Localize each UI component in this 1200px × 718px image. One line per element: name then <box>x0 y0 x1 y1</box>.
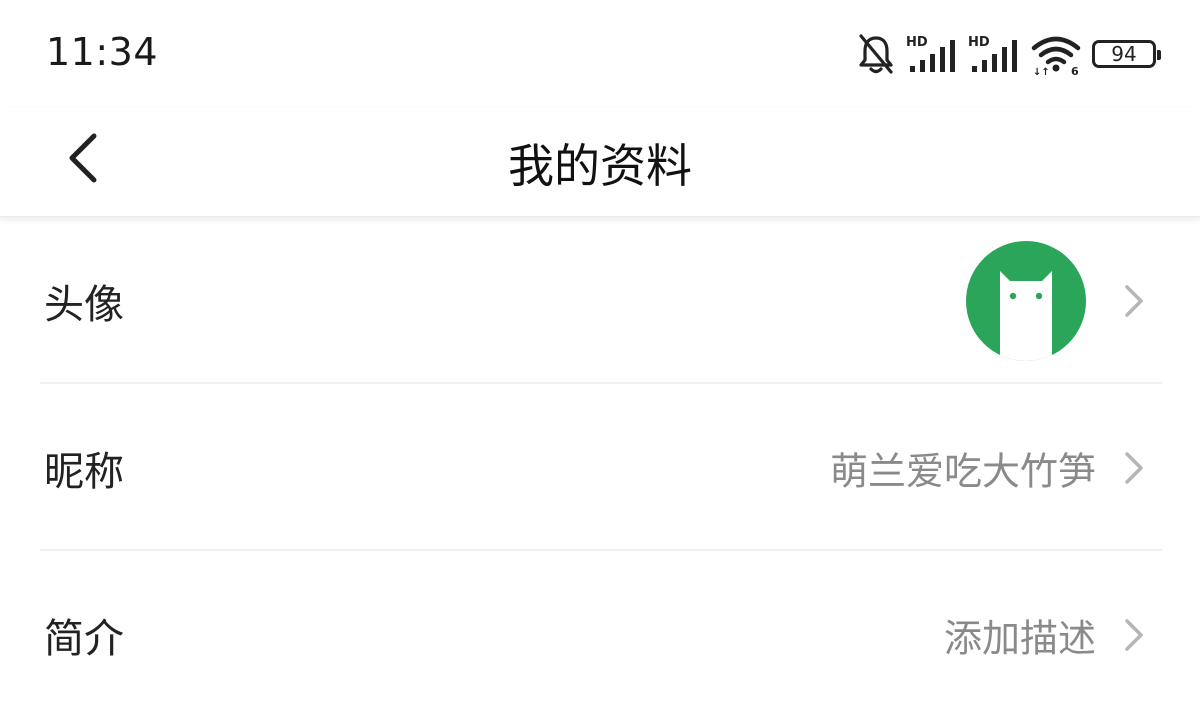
chevron-right-icon <box>1125 618 1143 651</box>
row-label: 昵称 <box>44 448 124 495</box>
status-icons: HD HD ↓↑ 6 94 <box>856 30 1161 78</box>
wifi-6-icon: ↓↑ 6 <box>1031 36 1081 76</box>
profile-row-intro[interactable]: 简介 添加描述 <box>0 551 1200 718</box>
chevron-right-icon <box>1125 451 1143 484</box>
nav-bar: 我的资料 <box>0 108 1200 217</box>
hd-signal-icon: HD <box>906 35 955 72</box>
row-label: 头像 <box>44 281 124 328</box>
status-time: 11:34 <box>46 30 159 74</box>
row-label: 简介 <box>44 615 124 662</box>
battery-level: 94 <box>1111 42 1137 66</box>
svg-text:6: 6 <box>1071 65 1079 76</box>
page-title: 我的资料 <box>508 139 692 193</box>
hd-signal-icon: HD <box>968 35 1017 72</box>
cat-avatar-icon <box>966 240 1086 361</box>
profile-row-nickname[interactable]: 昵称 萌兰爱吃大竹笋 <box>0 384 1200 551</box>
row-value: 添加描述 <box>943 616 1096 660</box>
profile-row-avatar[interactable]: 头像 <box>0 217 1200 384</box>
profile-list: 头像 昵称 萌兰爱吃大竹笋 简介 添加描述 <box>0 217 1200 718</box>
chevron-right-icon <box>1125 284 1143 317</box>
svg-text:HD: HD <box>968 35 990 50</box>
battery-icon: 94 <box>1092 40 1161 68</box>
svg-text:HD: HD <box>906 35 928 50</box>
row-value: 萌兰爱吃大竹笋 <box>829 449 1096 493</box>
bell-muted-icon <box>859 34 893 74</box>
svg-text:↓↑: ↓↑ <box>1033 67 1050 76</box>
status-bar: 11:34 HD HD ↓↑ 6 94 <box>0 0 1200 108</box>
